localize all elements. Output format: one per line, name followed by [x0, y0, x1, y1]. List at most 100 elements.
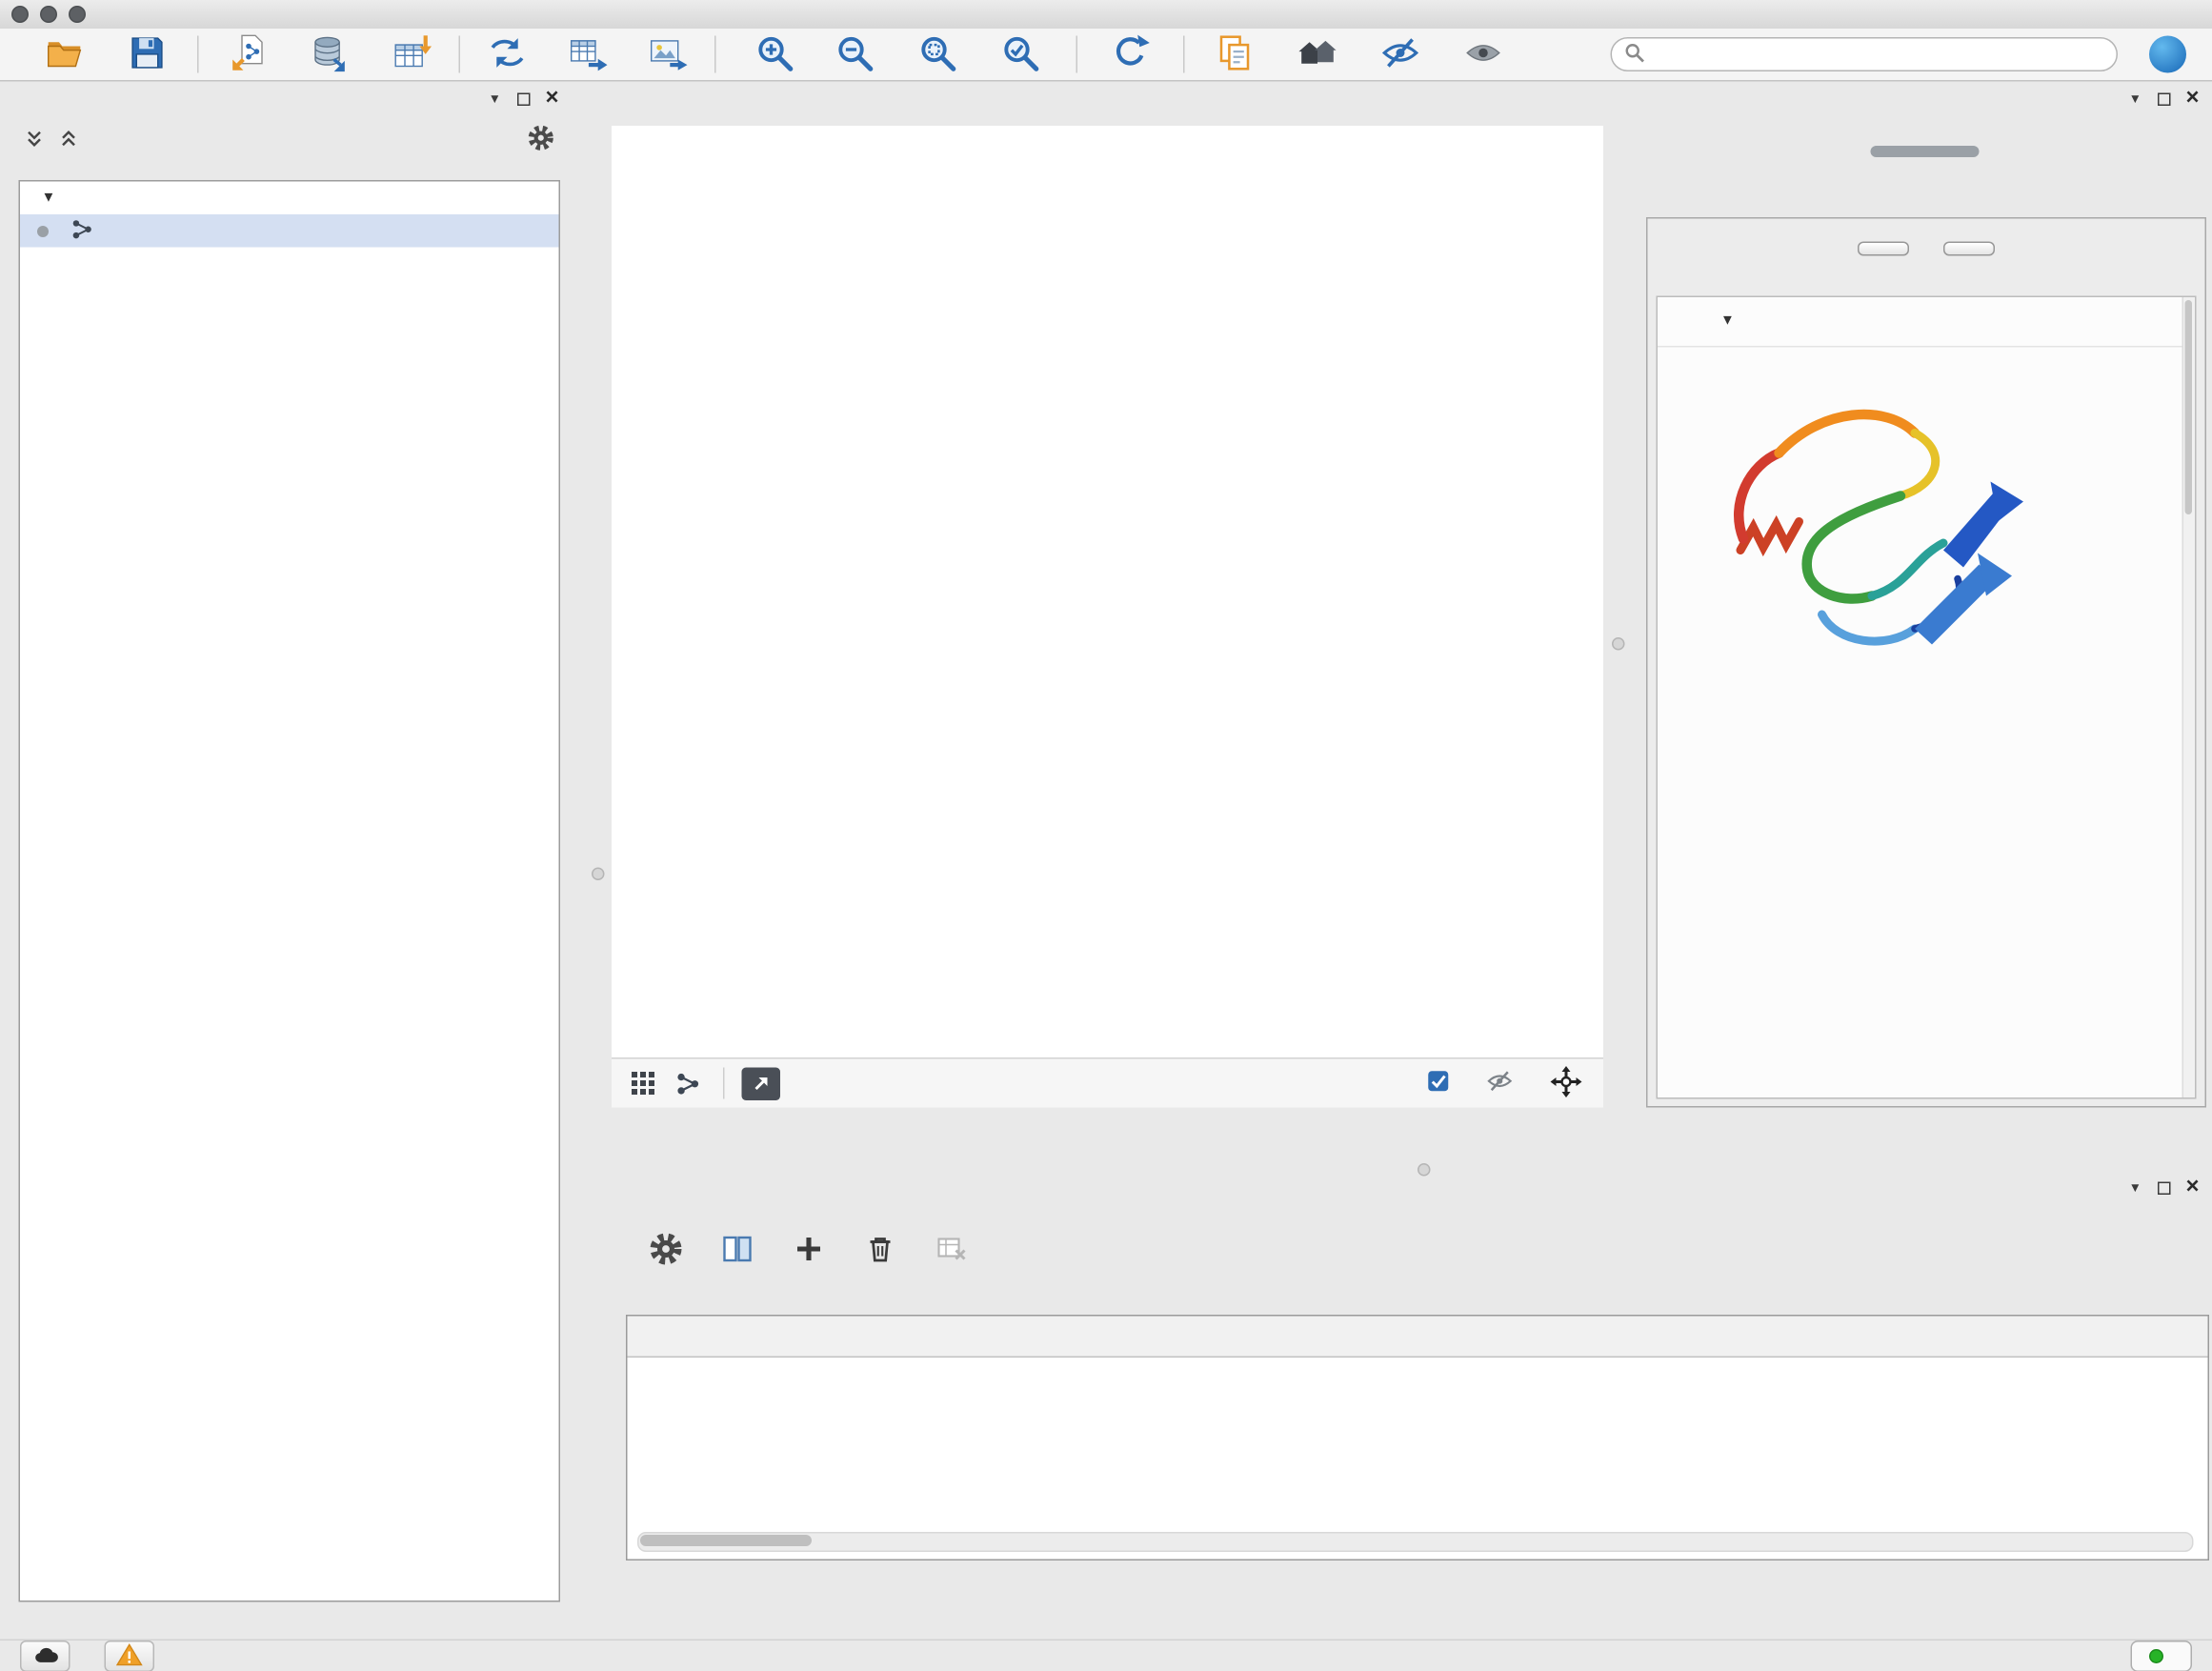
- panel-float-icon[interactable]: [2157, 92, 2170, 106]
- collapse-all-tree-icon[interactable]: [59, 128, 79, 152]
- table-horizontal-scrollbar[interactable]: [637, 1532, 2194, 1552]
- apply-layout-button[interactable]: [1109, 33, 1152, 76]
- eye-icon: [1463, 32, 1503, 77]
- expand-all-tree-icon[interactable]: [25, 128, 45, 152]
- toolbar-separator: [714, 36, 716, 73]
- panel-float-icon[interactable]: [516, 92, 530, 106]
- panel-close-icon[interactable]: ×: [2185, 88, 2199, 111]
- hidden-eye-slash-icon[interactable]: [1486, 1068, 1514, 1099]
- export-image-button[interactable]: [646, 33, 689, 76]
- import-table-icon: [392, 32, 432, 77]
- zoom-in-button[interactable]: [754, 33, 796, 76]
- delete-column-icon-disabled: [935, 1232, 969, 1266]
- selected-checkbox-icon[interactable]: [1428, 1071, 1450, 1097]
- table-panel-header: ▼ ×: [617, 1175, 2212, 1200]
- network-share-icon: [71, 218, 93, 244]
- refresh-icon: [1111, 32, 1151, 77]
- export-table-icon: [568, 32, 608, 77]
- zoom-fit-icon: [917, 32, 957, 77]
- tree-expand-icon[interactable]: ▼: [42, 191, 56, 207]
- import-network-icon: [229, 32, 269, 77]
- network-graph[interactable]: [612, 126, 1603, 1057]
- show-all-button[interactable]: [1462, 33, 1505, 76]
- cloud-icon: [32, 1644, 58, 1669]
- scrollbar-thumb[interactable]: [640, 1535, 812, 1546]
- warning-icon: [116, 1642, 144, 1670]
- network-list: ▼: [19, 180, 561, 1602]
- cytoscape-window: ▼ × ▼: [0, 0, 2212, 1671]
- string-results-container: ▼: [1646, 217, 2206, 1108]
- control-panel-header: ▼ ×: [8, 86, 573, 111]
- open-session-button[interactable]: [43, 33, 86, 76]
- import-table-from-file-button[interactable]: [391, 33, 433, 76]
- current-network-dot: [37, 225, 49, 236]
- home-icon: [1297, 32, 1337, 77]
- panel-collapse-icon[interactable]: ▼: [489, 92, 501, 106]
- grid-icon[interactable]: [631, 1071, 656, 1097]
- toolbar-separator: [197, 36, 199, 73]
- panel-close-icon[interactable]: ×: [545, 88, 558, 111]
- export-table-button[interactable]: [566, 33, 609, 76]
- save-session-button[interactable]: [126, 33, 169, 76]
- network-row-selected[interactable]: [20, 214, 559, 248]
- window-zoom-button[interactable]: [69, 6, 86, 23]
- collapse-all-button[interactable]: [1943, 242, 1995, 256]
- protein-structure-image: [1700, 368, 2058, 694]
- section-collapse-icon[interactable]: ▼: [1720, 313, 1735, 330]
- import-network-from-database-button[interactable]: [308, 33, 351, 76]
- splitter-handle[interactable]: [1612, 637, 1625, 651]
- save-floppy-icon: [128, 32, 168, 77]
- panel-close-icon[interactable]: ×: [2185, 1177, 2199, 1199]
- search-input[interactable]: [1654, 42, 2104, 67]
- window-close-button[interactable]: [11, 6, 29, 23]
- network-collection-row[interactable]: ▼: [20, 182, 559, 215]
- toolbar-separator: [723, 1068, 725, 1099]
- zoom-selected-button[interactable]: [999, 33, 1042, 76]
- toolbar-separator: [459, 36, 461, 73]
- search-icon: [1625, 42, 1645, 67]
- warnings-button[interactable]: [105, 1641, 155, 1671]
- expand-all-button[interactable]: [1858, 242, 1909, 256]
- zoom-fit-content-button[interactable]: [916, 33, 959, 76]
- hide-selected-button[interactable]: [1379, 33, 1422, 76]
- export-image-icon: [648, 32, 688, 77]
- toolbar-separator: [1183, 36, 1185, 73]
- import-network-from-file-button[interactable]: [228, 33, 271, 76]
- memory-button[interactable]: [2131, 1641, 2193, 1671]
- search-input-container: [1611, 37, 2119, 71]
- network-view[interactable]: [612, 126, 1603, 1108]
- main-toolbar: [0, 29, 2212, 82]
- protein-section: ▼: [1657, 296, 2197, 1099]
- table-toolbar: [617, 1200, 2212, 1278]
- splitter-handle[interactable]: [592, 868, 605, 881]
- status-bar: [0, 1640, 2212, 1671]
- gear-icon[interactable]: [528, 125, 555, 156]
- toolbar-separator: [1076, 36, 1078, 73]
- window-minimize-button[interactable]: [40, 6, 57, 23]
- copy-button[interactable]: [1214, 33, 1257, 76]
- zoom-out-button[interactable]: [834, 33, 876, 76]
- results-scrollbar[interactable]: [2182, 297, 2196, 1097]
- network-share-icon[interactable]: [676, 1071, 701, 1096]
- delete-trash-icon[interactable]: [863, 1232, 897, 1266]
- pan-crosshair-icon[interactable]: [1551, 1065, 1582, 1101]
- swap-arrows-icon: [488, 32, 528, 77]
- help-button[interactable]: [2149, 36, 2186, 73]
- copy-documents-icon: [1215, 32, 1255, 77]
- panel-float-icon[interactable]: [2157, 1181, 2170, 1195]
- zoom-in-icon: [754, 32, 794, 77]
- home-button[interactable]: [1297, 33, 1339, 76]
- control-panel: ▼ × ▼: [8, 86, 573, 1622]
- panel-collapse-icon[interactable]: ▼: [2129, 92, 2142, 106]
- zoom-selected-icon: [1000, 32, 1040, 77]
- panel-collapse-icon[interactable]: ▼: [2129, 1181, 2142, 1195]
- cloud-status-button[interactable]: [20, 1641, 70, 1671]
- birds-eye-view-button[interactable]: [742, 1067, 781, 1100]
- add-column-plus-icon[interactable]: [792, 1232, 826, 1266]
- network-selection-row: [8, 123, 573, 157]
- memory-status-dot: [2149, 1649, 2163, 1663]
- string-tab[interactable]: [1870, 146, 1979, 157]
- table-settings-gear-icon[interactable]: [649, 1232, 683, 1266]
- new-network-from-selection-button[interactable]: [486, 33, 529, 76]
- show-columns-icon[interactable]: [720, 1232, 754, 1266]
